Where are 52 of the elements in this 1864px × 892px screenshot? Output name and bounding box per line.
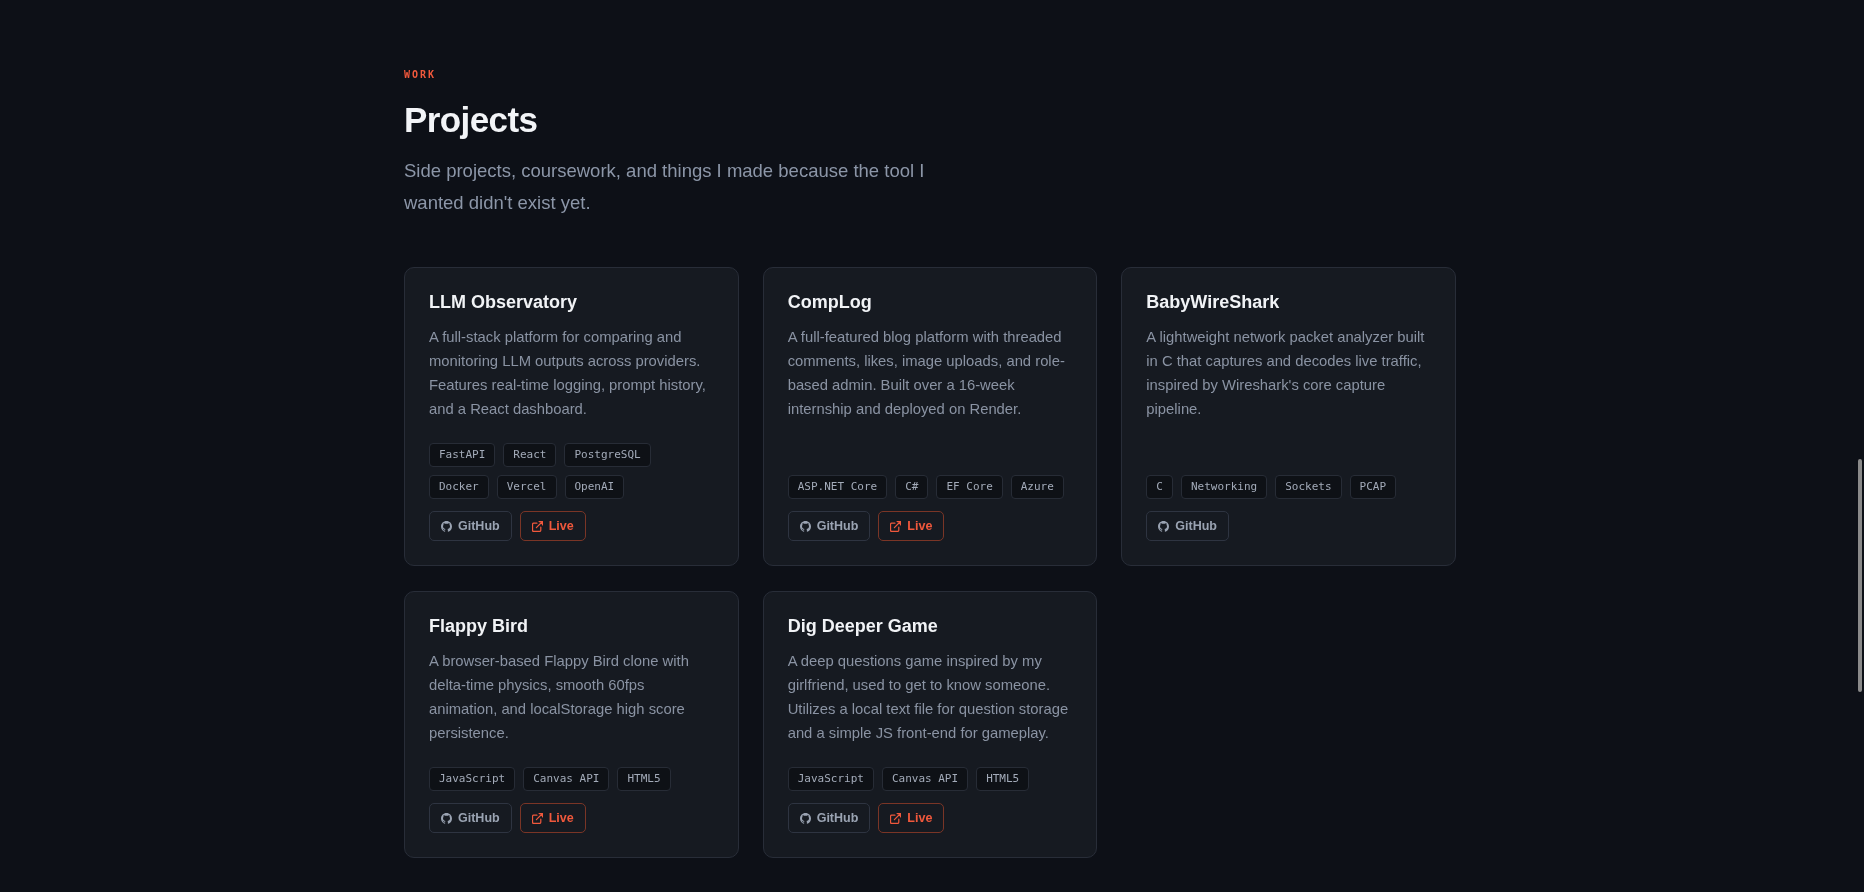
github-icon: [1158, 520, 1170, 532]
page-title: Projects: [404, 99, 538, 141]
tech-tag: ASP.NET Core: [787, 475, 888, 499]
tech-tag: Networking: [1180, 475, 1268, 499]
github-icon: [799, 520, 811, 532]
section-eyebrow: WORK: [404, 68, 437, 82]
github-icon: [799, 812, 811, 824]
tech-tag: Docker: [429, 475, 489, 499]
github-link[interactable]: GitHub: [429, 803, 512, 833]
project-title: Flappy Bird: [429, 615, 528, 638]
tech-tag: PostgreSQL: [564, 443, 651, 467]
tech-tag: C#: [895, 475, 929, 499]
tech-tag: FastAPI: [429, 443, 496, 467]
project-description: A deep questions game inspired by my girlfriend, used to get to know someone. Utilizes a local text file for question storage and a simple JS front-end for gameplay.: [787, 652, 1070, 743]
scrollbar-thumb[interactable]: [1858, 459, 1862, 692]
github-link[interactable]: GitHub: [787, 511, 871, 541]
page-subtitle: Side projects, coursework, and things I made because the tool I wanted didn't exist yet.: [404, 159, 926, 215]
tech-tag: Canvas API: [523, 767, 610, 791]
live-link[interactable]: Live: [519, 803, 586, 833]
github-link[interactable]: GitHub: [429, 511, 512, 541]
project-title: LLM Observatory: [429, 291, 578, 314]
tech-tag: JavaScript: [787, 767, 874, 791]
tech-tag: HTML5: [976, 767, 1030, 791]
project-title: BabyWireShark: [1146, 291, 1280, 314]
external-link-icon: [890, 520, 902, 532]
tech-tag: C: [1146, 475, 1173, 499]
tech-tag: Sockets: [1275, 475, 1342, 499]
tech-tag: PCAP: [1349, 475, 1397, 499]
tech-tag: OpenAI: [564, 475, 625, 499]
tech-tag: HTML5: [617, 767, 671, 791]
tech-tag: Vercel: [496, 475, 557, 499]
github-link[interactable]: GitHub: [787, 803, 871, 833]
project-title: Dig Deeper Game: [787, 615, 938, 638]
project-description: A full-stack platform for comparing and monitoring LLM outputs across providers. Features real-time logging, prompt history, and a React dashboard.: [429, 328, 707, 419]
live-link[interactable]: Live: [519, 511, 586, 541]
github-link[interactable]: GitHub: [1146, 511, 1229, 541]
live-link[interactable]: Live: [878, 511, 945, 541]
github-icon: [441, 520, 452, 532]
project-description: A full-featured blog platform with threaded comments, likes, image uploads, and role-based admin. Built over a 16-week internship and deployed on Render.: [787, 328, 1066, 419]
external-link-icon: [531, 812, 543, 824]
tech-tag: EF Core: [936, 475, 1003, 499]
project-title: CompLog: [787, 291, 872, 314]
github-icon: [441, 812, 452, 824]
tech-tag: Azure: [1010, 475, 1064, 499]
tech-tag: JavaScript: [429, 767, 516, 791]
external-link-icon: [890, 812, 902, 824]
tech-tag: Canvas API: [881, 767, 969, 791]
live-link[interactable]: Live: [878, 803, 945, 833]
tech-tag: React: [503, 443, 557, 467]
external-link-icon: [531, 520, 543, 532]
project-description: A lightweight network packet analyzer built in C that captures and decodes live traffic, inspired by Wireshark's core capture pipeline.: [1146, 328, 1426, 419]
project-description: A browser-based Flappy Bird clone with delta-time physics, smooth 60fps animation, and localStorage high score persistence.: [429, 652, 690, 743]
